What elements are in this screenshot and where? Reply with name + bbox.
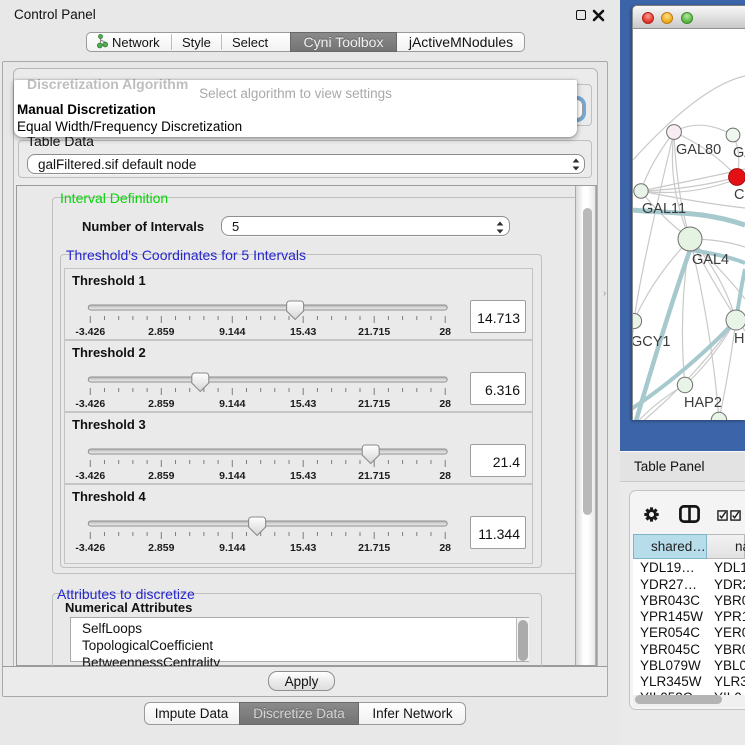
svg-text:9.144: 9.144 bbox=[219, 326, 245, 338]
svg-text:HAP2: HAP2 bbox=[684, 395, 722, 411]
svg-text:GCY1: GCY1 bbox=[632, 334, 671, 350]
svg-text:GA: GA bbox=[733, 145, 745, 161]
svg-text:21.715: 21.715 bbox=[358, 398, 390, 410]
svg-text:15.43: 15.43 bbox=[290, 398, 316, 410]
svg-text:9.144: 9.144 bbox=[219, 470, 245, 482]
svg-text:9.144: 9.144 bbox=[219, 398, 245, 410]
svg-text:2.859: 2.859 bbox=[148, 470, 174, 482]
svg-text:28: 28 bbox=[439, 326, 451, 338]
svg-text:H: H bbox=[734, 331, 744, 347]
svg-text:21.715: 21.715 bbox=[358, 470, 390, 482]
svg-text:2.859: 2.859 bbox=[148, 542, 174, 554]
svg-text:28: 28 bbox=[439, 542, 451, 554]
svg-text:21.715: 21.715 bbox=[358, 326, 390, 338]
svg-text:15.43: 15.43 bbox=[290, 542, 316, 554]
svg-text:-3.426: -3.426 bbox=[75, 542, 105, 554]
svg-text:GAL4: GAL4 bbox=[692, 252, 729, 268]
svg-text:-3.426: -3.426 bbox=[75, 326, 105, 338]
svg-text:GAL11: GAL11 bbox=[642, 201, 686, 217]
svg-text:2.859: 2.859 bbox=[148, 326, 174, 338]
svg-text:15.43: 15.43 bbox=[290, 470, 316, 482]
svg-text:9.144: 9.144 bbox=[219, 542, 245, 554]
svg-text:-3.426: -3.426 bbox=[75, 470, 105, 482]
svg-text:2.859: 2.859 bbox=[148, 398, 174, 410]
svg-text:15.43: 15.43 bbox=[290, 326, 316, 338]
svg-text:28: 28 bbox=[439, 398, 451, 410]
svg-text:-3.426: -3.426 bbox=[75, 398, 105, 410]
svg-text:21.715: 21.715 bbox=[358, 542, 390, 554]
svg-text:28: 28 bbox=[439, 470, 451, 482]
svg-text:GAL80: GAL80 bbox=[676, 142, 721, 158]
svg-text:C: C bbox=[734, 187, 744, 203]
